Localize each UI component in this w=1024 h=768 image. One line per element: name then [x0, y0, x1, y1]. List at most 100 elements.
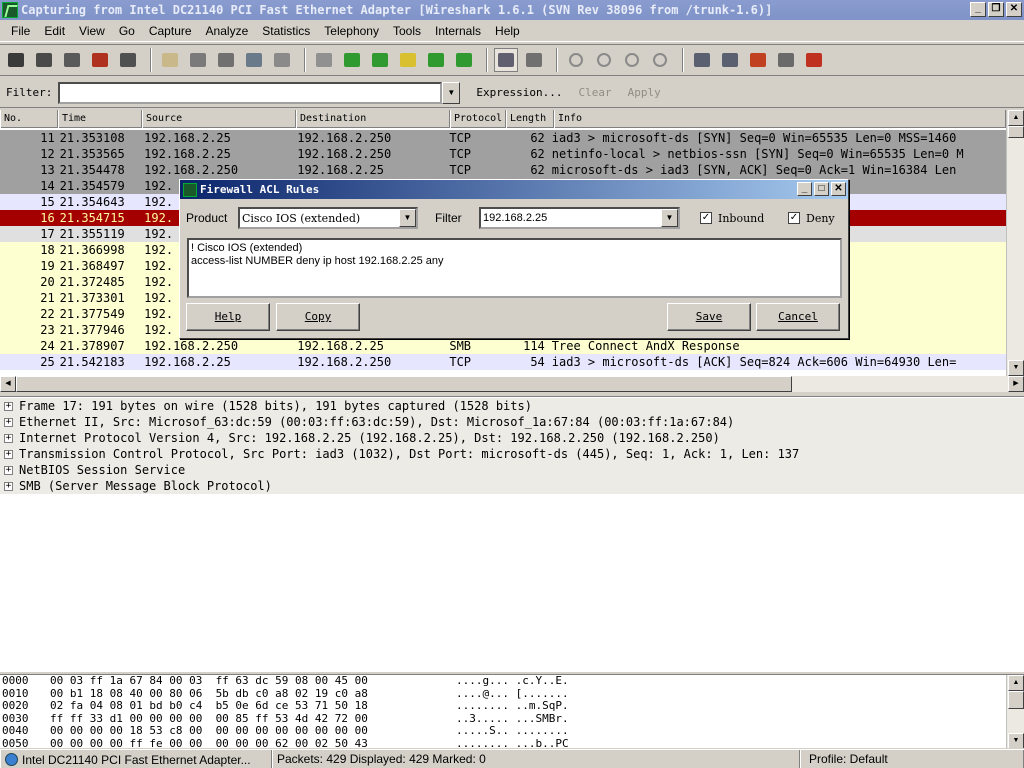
- column-header-no[interactable]: No.: [0, 110, 58, 128]
- print-icon[interactable]: [270, 48, 294, 72]
- expand-icon[interactable]: +: [4, 433, 13, 443]
- bytes-scroll-down-button[interactable]: ▼: [1008, 733, 1024, 748]
- packet-list-vscroll[interactable]: ▲ ▼: [1006, 110, 1024, 376]
- column-header-length[interactable]: Length: [506, 110, 554, 128]
- packet-list-hscroll[interactable]: ◀ ▶: [0, 376, 1024, 392]
- hex-bytes[interactable]: 00 00 00 00 18 53 c8 00 00 00 00 00 00 0…: [50, 725, 456, 738]
- go-to-packet-icon[interactable]: [396, 48, 420, 72]
- go-back-icon[interactable]: [340, 48, 364, 72]
- display-filters-icon[interactable]: [718, 48, 742, 72]
- close-button[interactable]: ✕: [1006, 2, 1022, 17]
- detail-tree-item[interactable]: + NetBIOS Session Service: [0, 462, 1024, 478]
- go-last-icon[interactable]: [452, 48, 476, 72]
- options-icon[interactable]: [32, 48, 56, 72]
- hex-ascii[interactable]: ........ ...b..PC: [456, 737, 606, 748]
- filter-select[interactable]: 192.168.2.25 ▼: [479, 207, 680, 229]
- close-file-icon[interactable]: [214, 48, 238, 72]
- detail-tree-item[interactable]: + SMB (Server Message Block Protocol): [0, 478, 1024, 494]
- hscroll-thumb[interactable]: [16, 376, 792, 392]
- hex-offset[interactable]: 0040: [0, 725, 50, 738]
- detail-tree-item[interactable]: + Transmission Control Protocol, Src Port…: [0, 446, 1024, 462]
- zoom-out-icon[interactable]: [592, 48, 616, 72]
- zoom-normal-icon[interactable]: [620, 48, 644, 72]
- save-file-icon[interactable]: [186, 48, 210, 72]
- expand-icon[interactable]: +: [4, 481, 13, 491]
- restart-capture-icon[interactable]: [116, 48, 140, 72]
- scroll-thumb[interactable]: [1008, 126, 1024, 138]
- menu-view[interactable]: View: [72, 24, 112, 38]
- auto-scroll-icon[interactable]: [522, 48, 546, 72]
- apply-button[interactable]: Apply: [628, 86, 661, 99]
- dialog-minimize-button[interactable]: _: [797, 182, 812, 196]
- open-file-icon[interactable]: [158, 48, 182, 72]
- minimize-button[interactable]: _: [970, 2, 986, 17]
- menu-help[interactable]: Help: [488, 24, 527, 38]
- scroll-right-button[interactable]: ▶: [1008, 376, 1024, 392]
- go-first-icon[interactable]: [424, 48, 448, 72]
- scroll-left-button[interactable]: ◀: [0, 376, 16, 392]
- menu-file[interactable]: File: [4, 24, 37, 38]
- inbound-checkbox[interactable]: ✓: [700, 212, 712, 224]
- expand-icon[interactable]: +: [4, 417, 13, 427]
- coloring-rules-icon[interactable]: [746, 48, 770, 72]
- bytes-scroll-up-button[interactable]: ▲: [1008, 675, 1024, 691]
- scroll-up-button[interactable]: ▲: [1008, 110, 1024, 126]
- bytes-vscroll[interactable]: ▲ ▼: [1006, 675, 1024, 748]
- reload-icon[interactable]: [242, 48, 266, 72]
- copy-button[interactable]: Copy: [276, 303, 360, 331]
- stop-capture-icon[interactable]: [88, 48, 112, 72]
- column-header-source[interactable]: Source: [142, 110, 296, 128]
- hex-ascii[interactable]: .....S.. ........: [456, 725, 606, 738]
- column-header-info[interactable]: Info: [554, 110, 1006, 128]
- hex-bytes[interactable]: 00 00 00 00 ff fe 00 00 00 00 00 62 00 0…: [50, 737, 456, 748]
- expert-info-icon[interactable]: [5, 753, 18, 766]
- display-filter-input[interactable]: [58, 81, 443, 104]
- save-button[interactable]: Save: [667, 303, 751, 331]
- table-row[interactable]: 11 21.353108 192.168.2.25 192.168.2.250 TCP 6…: [0, 130, 1006, 146]
- detail-tree-item[interactable]: + Ethernet II, Src: Microsof_63:dc:59 (00…: [0, 414, 1024, 430]
- find-packet-icon[interactable]: [312, 48, 336, 72]
- acl-rules-text[interactable]: ! Cisco IOS (extended) access-list NUMBE…: [187, 238, 842, 298]
- menu-tools[interactable]: Tools: [386, 24, 428, 38]
- hex-offset[interactable]: 0000: [0, 675, 50, 688]
- restore-button[interactable]: ❐: [988, 2, 1004, 17]
- menu-telephony[interactable]: Telephony: [317, 24, 386, 38]
- resize-columns-icon[interactable]: [648, 48, 672, 72]
- hex-offset[interactable]: 0050: [0, 737, 50, 748]
- column-header-protocol[interactable]: Protocol: [450, 110, 506, 128]
- zoom-in-icon[interactable]: [564, 48, 588, 72]
- capture-filters-icon[interactable]: [690, 48, 714, 72]
- deny-checkbox[interactable]: ✓: [788, 212, 800, 224]
- menu-edit[interactable]: Edit: [37, 24, 72, 38]
- clear-button[interactable]: Clear: [578, 86, 611, 99]
- colorize-icon[interactable]: [494, 48, 518, 72]
- chevron-down-icon[interactable]: ▼: [399, 209, 416, 227]
- menu-analyze[interactable]: Analyze: [199, 24, 256, 38]
- table-row[interactable]: 24 21.378907 192.168.2.250 192.168.2.25 SMB 1…: [0, 338, 1006, 354]
- product-select[interactable]: Cisco IOS (extended) ▼: [238, 207, 418, 229]
- hex-offset[interactable]: 0020: [0, 700, 50, 713]
- chevron-down-icon[interactable]: ▼: [661, 209, 678, 227]
- cancel-button[interactable]: Cancel: [756, 303, 840, 331]
- menu-statistics[interactable]: Statistics: [255, 24, 317, 38]
- expand-icon[interactable]: +: [4, 401, 13, 411]
- hex-bytes[interactable]: 02 fa 04 08 01 bd b0 c4 b5 0e 6d ce 53 7…: [50, 700, 456, 713]
- help-button[interactable]: Help: [186, 303, 270, 331]
- column-header-time[interactable]: Time: [58, 110, 142, 128]
- column-header-destination[interactable]: Destination: [296, 110, 450, 128]
- menu-go[interactable]: Go: [112, 24, 142, 38]
- dialog-close-button[interactable]: ✕: [831, 182, 846, 196]
- table-row[interactable]: 12 21.353565 192.168.2.25 192.168.2.250 TCP 6…: [0, 146, 1006, 162]
- detail-tree-item[interactable]: + Frame 17: 191 bytes on wire (1528 bits)…: [0, 398, 1024, 414]
- detail-tree-item[interactable]: + Internet Protocol Version 4, Src: 192.1…: [0, 430, 1024, 446]
- help-icon[interactable]: [802, 48, 826, 72]
- hex-ascii[interactable]: ....g... .c.Y..E.: [456, 675, 606, 688]
- table-row[interactable]: 13 21.354478 192.168.2.250 192.168.2.25 TCP 6…: [0, 162, 1006, 178]
- table-row[interactable]: 25 21.542183 192.168.2.25 192.168.2.250 TCP 5…: [0, 354, 1006, 370]
- status-profile[interactable]: Profile: Default: [800, 750, 1024, 768]
- expression-button[interactable]: Expression...: [476, 86, 562, 99]
- hex-ascii[interactable]: ........ ..m.SqP.: [456, 700, 606, 713]
- bytes-scroll-thumb[interactable]: [1008, 691, 1024, 709]
- interfaces-icon[interactable]: [4, 48, 28, 72]
- menu-internals[interactable]: Internals: [428, 24, 488, 38]
